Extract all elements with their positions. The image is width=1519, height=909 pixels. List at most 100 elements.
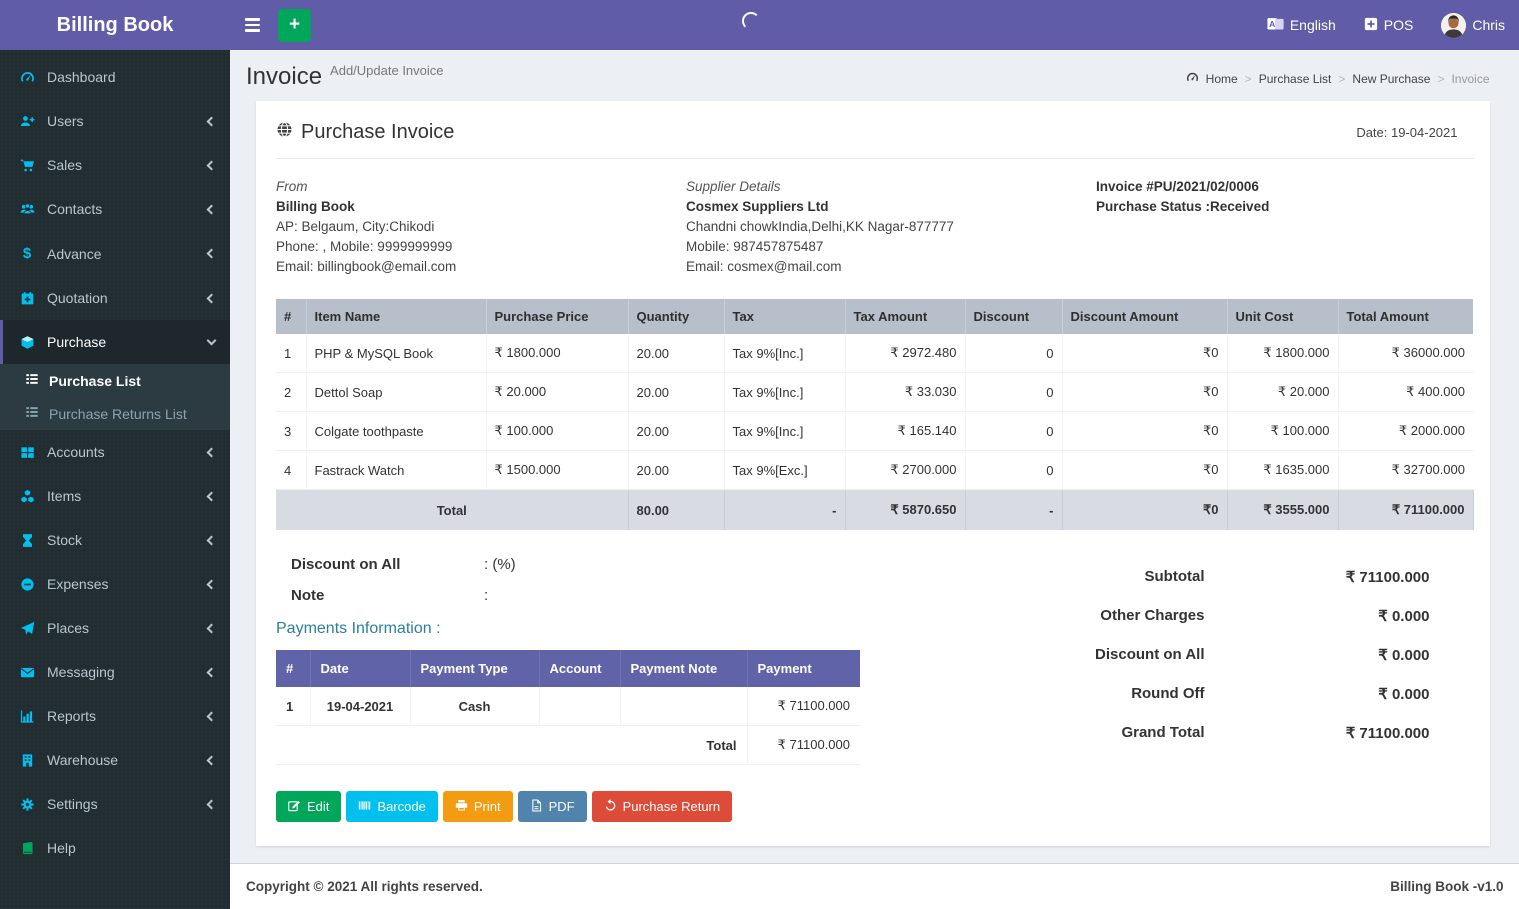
invoice-meta-block: Invoice #PU/2021/02/0006 Purchase Status… [1096,177,1269,277]
payments-total-row: Total ₹ 71100.000 [276,725,860,765]
sidebar-toggle-icon[interactable] [230,0,274,50]
language-label: English [1289,17,1336,33]
chevron-left-icon [206,293,217,303]
cart-icon [18,158,36,173]
pos-menu[interactable]: POS [1350,0,1428,50]
sidebar-item-purchase-returns-list[interactable]: Purchase Returns List [0,397,230,430]
cube-icon [18,335,36,350]
supplier-name: Cosmex Suppliers Ltd [686,199,829,214]
from-block: From Billing Book AP: Belgaum, City:Chik… [276,177,686,277]
payments-header-row: # Date Payment Type Account Payment Note… [276,650,860,687]
summary-discount-on-all: Discount on All ₹ 0.000 [1095,646,1430,664]
footer: Copyright © 2021 All rights reserved. Bi… [230,863,1519,909]
purchase-return-button[interactable]: Purchase Return [591,791,733,822]
breadcrumb: Home > Purchase List > New Purchase > In… [1186,71,1490,87]
page-subtitle: Add/Update Invoice [330,63,444,78]
calendar-plus-icon [18,291,36,306]
items-total-row: Total 80.00 - ₹ 5870.650 - ₹0 ₹ 3555.000… [276,489,1474,530]
sidebar-item-advance[interactable]: $ Advance [0,231,230,276]
from-email: Email: billingbook@email.com [276,259,457,274]
breadcrumb-home[interactable]: Home [1206,72,1238,86]
user-plus-icon [18,114,36,129]
paper-plane-icon [18,621,36,636]
barcode-icon [358,799,371,815]
sidebar-item-accounts[interactable]: Accounts [0,430,230,474]
from-phone: Phone: , Mobile: 9999999999 [276,239,453,254]
cubes-icon [18,489,36,504]
table-row: 4 Fastrack Watch ₹ 1500.000 20.00 Tax 9%… [276,450,1473,490]
table-row: 2 Dettol Soap ₹ 20.000 20.00 Tax 9%[Inc.… [276,372,1473,412]
payment-row: 1 19-04-2021 Cash ₹ 71100.000 [276,687,860,726]
items-header-row: # Item Name Purchase Price Quantity Tax … [276,299,1473,334]
sidebar-item-sales[interactable]: Sales [0,143,230,187]
chevron-left-icon [206,799,217,809]
loading-spinner-icon [742,12,760,30]
table-row: 1 PHP & MySQL Book ₹ 1800.000 20.00 Tax … [276,334,1473,373]
footer-copyright: Copyright © 2021 All rights reserved. [246,879,483,894]
sidebar-item-quotation[interactable]: Quotation [0,276,230,320]
summary-subtotal: Subtotal ₹ 71100.000 [1144,568,1430,586]
app-logo[interactable]: Billing Book [0,0,230,50]
top-navbar: Billing Book + A English POS Chris [0,0,1519,50]
supplier-email: Email: cosmex@mail.com [686,259,842,274]
invoice-summary: Subtotal ₹ 71100.000 Other Charges ₹ 0.0… [1004,552,1474,822]
chevron-left-icon [206,755,217,765]
from-name: Billing Book [276,199,355,214]
chevron-left-icon [206,711,217,721]
invoice-items-table: # Item Name Purchase Price Quantity Tax … [276,299,1474,530]
pos-label: POS [1383,17,1414,33]
sidebar-item-settings[interactable]: Settings [0,782,230,826]
sidebar-item-places[interactable]: Places [0,606,230,650]
undo-icon [604,798,617,815]
chevron-left-icon [206,623,217,633]
book-icon [18,841,36,856]
user-avatar [1441,12,1467,38]
sidebar-item-messaging[interactable]: Messaging [0,650,230,694]
sidebar-item-expenses[interactable]: Expenses [0,562,230,606]
page-title: Invoice [246,63,323,90]
payments-table: # Date Payment Type Account Payment Note… [276,650,860,765]
sidebar-item-help[interactable]: Help [0,826,230,870]
pdf-button[interactable]: PDF [517,791,587,822]
chevron-left-icon [206,248,217,259]
language-menu[interactable]: A English [1253,0,1350,50]
edit-icon [288,799,301,815]
hourglass-icon [18,533,36,548]
print-button[interactable]: Print [442,791,513,822]
grid-icon [18,445,36,460]
chevron-down-icon [206,335,217,346]
chevron-left-icon [206,204,217,214]
sidebar-item-reports[interactable]: Reports [0,694,230,738]
discount-on-all-row: Discount on All : (%) [291,556,516,573]
quick-add-button[interactable]: + [278,8,311,42]
chevron-left-icon [206,447,217,457]
bar-chart-icon [18,709,36,724]
sidebar-item-items[interactable]: Items [0,474,230,518]
user-menu[interactable]: Chris [1427,0,1519,50]
edit-button[interactable]: Edit [276,791,342,822]
sidebar-item-purchase[interactable]: Purchase [0,320,230,364]
barcode-button[interactable]: Barcode [346,791,438,822]
list-icon [25,405,39,422]
table-row: 3 Colgate toothpaste ₹ 100.000 20.00 Tax… [276,411,1473,451]
chevron-left-icon [206,535,217,545]
dollar-icon: $ [22,245,32,262]
sidebar-item-stock[interactable]: Stock [0,518,230,562]
envelope-icon [18,665,36,680]
breadcrumb-purchase-list[interactable]: Purchase List [1259,72,1332,86]
action-buttons: Edit Barcode Print PDF Purchase Return [276,791,1004,822]
globe-icon [276,121,293,144]
sidebar-item-dashboard[interactable]: Dashboard [0,55,230,99]
sidebar-item-users[interactable]: Users [0,99,230,143]
breadcrumb-new-purchase[interactable]: New Purchase [1352,72,1430,86]
purchase-submenu: Purchase List Purchase Returns List [0,364,230,430]
supplier-block: Supplier Details Cosmex Suppliers Ltd Ch… [686,177,1096,277]
sidebar-item-warehouse[interactable]: Warehouse [0,738,230,782]
chevron-left-icon [206,579,217,589]
language-icon: A [1267,17,1284,34]
invoice-number: Invoice #PU/2021/02/0006 [1096,179,1259,194]
sidebar-item-purchase-list[interactable]: Purchase List [0,364,230,397]
sidebar-item-contacts[interactable]: Contacts [0,187,230,231]
gauge-icon [18,70,36,85]
users-icon [18,202,36,217]
